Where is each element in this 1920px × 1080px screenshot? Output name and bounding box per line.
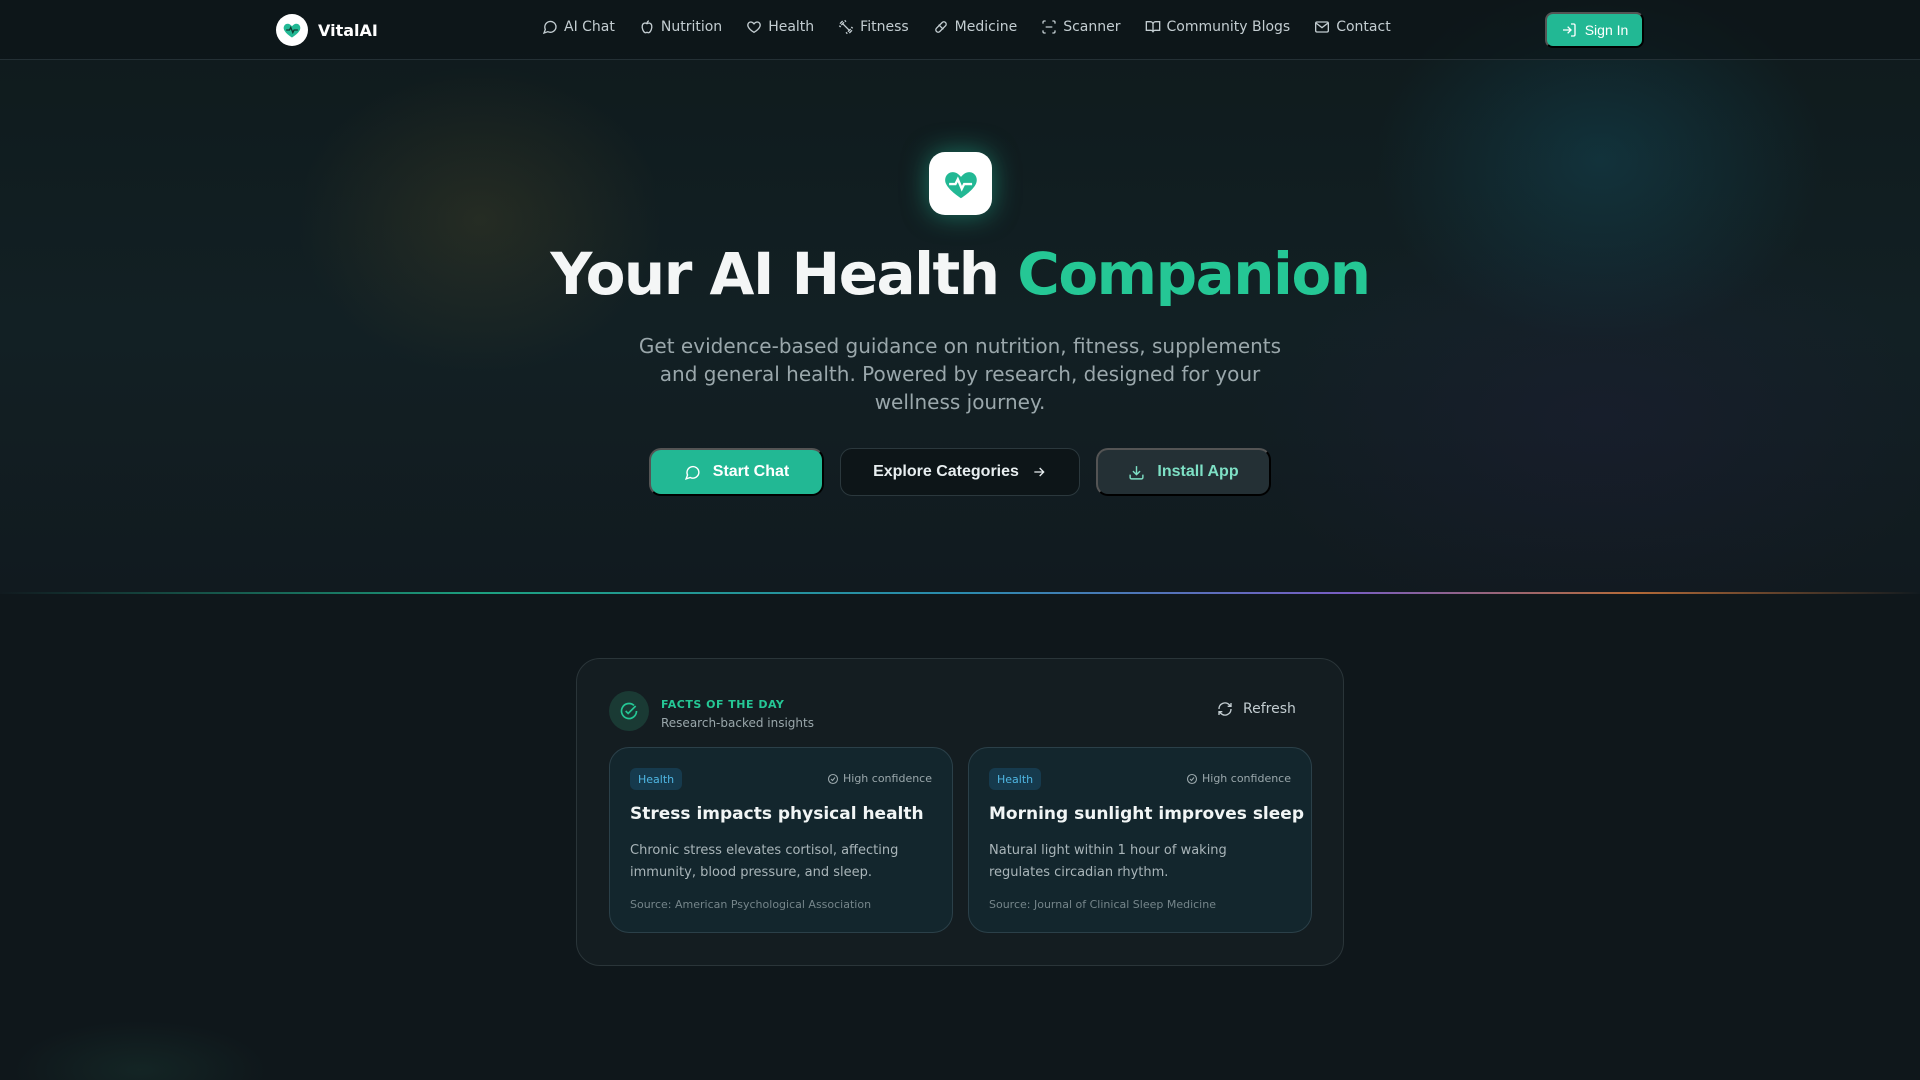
nav-nutrition-label: Nutrition (660, 19, 723, 35)
nav-scanner[interactable]: Scanner (1041, 19, 1121, 35)
sign-in-button[interactable]: Sign In (1545, 12, 1644, 48)
fact-title: Morning sunlight improves sleep (989, 804, 1304, 824)
chat-bubble-icon (542, 20, 557, 35)
nav-medicine-label: Medicine (954, 19, 1018, 35)
explore-categories-label: Explore Categories (873, 463, 1019, 480)
nav-ai-chat-label: AI Chat (564, 19, 615, 35)
hero-title: Your AI Health Companion (0, 240, 1920, 308)
confidence-badge: High confidence (1186, 772, 1291, 785)
fact-source: Source: Journal of Clinical Sleep Medici… (989, 898, 1216, 911)
dumbbell-icon (839, 19, 854, 35)
facts-subtitle: Research-backed insights (661, 716, 814, 730)
nav-health[interactable]: Health (746, 19, 814, 35)
mail-icon (1315, 21, 1330, 33)
nav-ai-chat[interactable]: AI Chat (542, 19, 615, 35)
fact-body: Natural light within 1 hour of waking re… (989, 843, 1227, 880)
nav-contact[interactable]: Contact (1314, 19, 1391, 35)
bottom-glow (0, 960, 400, 1080)
start-chat-button[interactable]: Start Chat (649, 448, 824, 496)
check-circle-icon (609, 691, 649, 731)
category-tag: Health (630, 768, 683, 790)
confidence-label: High confidence (1202, 772, 1291, 785)
facts-title: FACTS OF THE DAY (661, 698, 785, 711)
top-nav: VitalAI AI Chat Nutrition Health Fitness… (0, 0, 1920, 60)
fact-card[interactable]: Health High confidence Stress impacts ph… (609, 747, 953, 933)
confidence-label: High confidence (843, 772, 932, 785)
scan-icon (1042, 20, 1056, 34)
facts-of-the-day-panel: FACTS OF THE DAY Research-backed insight… (576, 658, 1344, 966)
install-app-button[interactable]: Install App (1096, 448, 1271, 496)
start-chat-label: Start Chat (712, 463, 790, 480)
download-icon (1129, 465, 1144, 480)
heart-logo-icon (276, 14, 308, 46)
category-tag: Health (989, 768, 1042, 790)
nav-contact-label: Contact (1336, 19, 1391, 35)
nav-fitness[interactable]: Fitness (838, 19, 909, 35)
refresh-icon (1218, 702, 1232, 716)
fact-body: Chronic stress elevates cortisol, affect… (630, 843, 899, 880)
fact-source: Source: American Psychological Associati… (630, 898, 872, 911)
refresh-label: Refresh (1243, 701, 1296, 717)
heart-icon (747, 21, 762, 34)
explore-categories-button[interactable]: Explore Categories (840, 448, 1080, 496)
brand[interactable]: VitalAI (276, 14, 378, 46)
nav-community-blogs[interactable]: Community Blogs (1145, 19, 1291, 35)
nav-nutrition[interactable]: Nutrition (639, 19, 722, 35)
hero-title-main: Your AI Health (550, 240, 1018, 308)
check-circle-icon (827, 773, 839, 784)
gradient-divider (0, 592, 1920, 594)
nav-scanner-label: Scanner (1063, 19, 1121, 35)
hero-subtitle: Get evidence-based guidance on nutrition… (638, 334, 1282, 414)
nav-fitness-label: Fitness (860, 19, 909, 35)
nav-links: AI Chat Nutrition Health Fitness Medicin… (542, 19, 1391, 35)
chat-bubble-icon (684, 465, 700, 480)
cta-row: Start Chat Explore Categories Install Ap… (649, 448, 1271, 496)
sign-in-icon (1562, 23, 1576, 37)
arrow-right-icon (1034, 467, 1045, 477)
hero-title-accent: Companion (1017, 240, 1371, 308)
apple-icon (641, 20, 653, 34)
refresh-button[interactable]: Refresh (1217, 701, 1296, 717)
book-icon (1145, 21, 1160, 33)
pill-icon (934, 21, 947, 33)
confidence-badge: High confidence (827, 772, 932, 785)
nav-community-blogs-label: Community Blogs (1166, 19, 1291, 35)
hero-heart-icon (929, 152, 992, 215)
brand-name: VitalAI (318, 20, 378, 40)
install-app-label: Install App (1157, 463, 1239, 480)
nav-medicine[interactable]: Medicine (933, 19, 1018, 35)
nav-health-label: Health (768, 19, 815, 35)
fact-title: Stress impacts physical health (630, 804, 924, 824)
sign-in-label: Sign In (1584, 22, 1629, 38)
check-circle-icon (1186, 773, 1198, 784)
fact-card[interactable]: Health High confidence Morning sunlight … (968, 747, 1312, 933)
